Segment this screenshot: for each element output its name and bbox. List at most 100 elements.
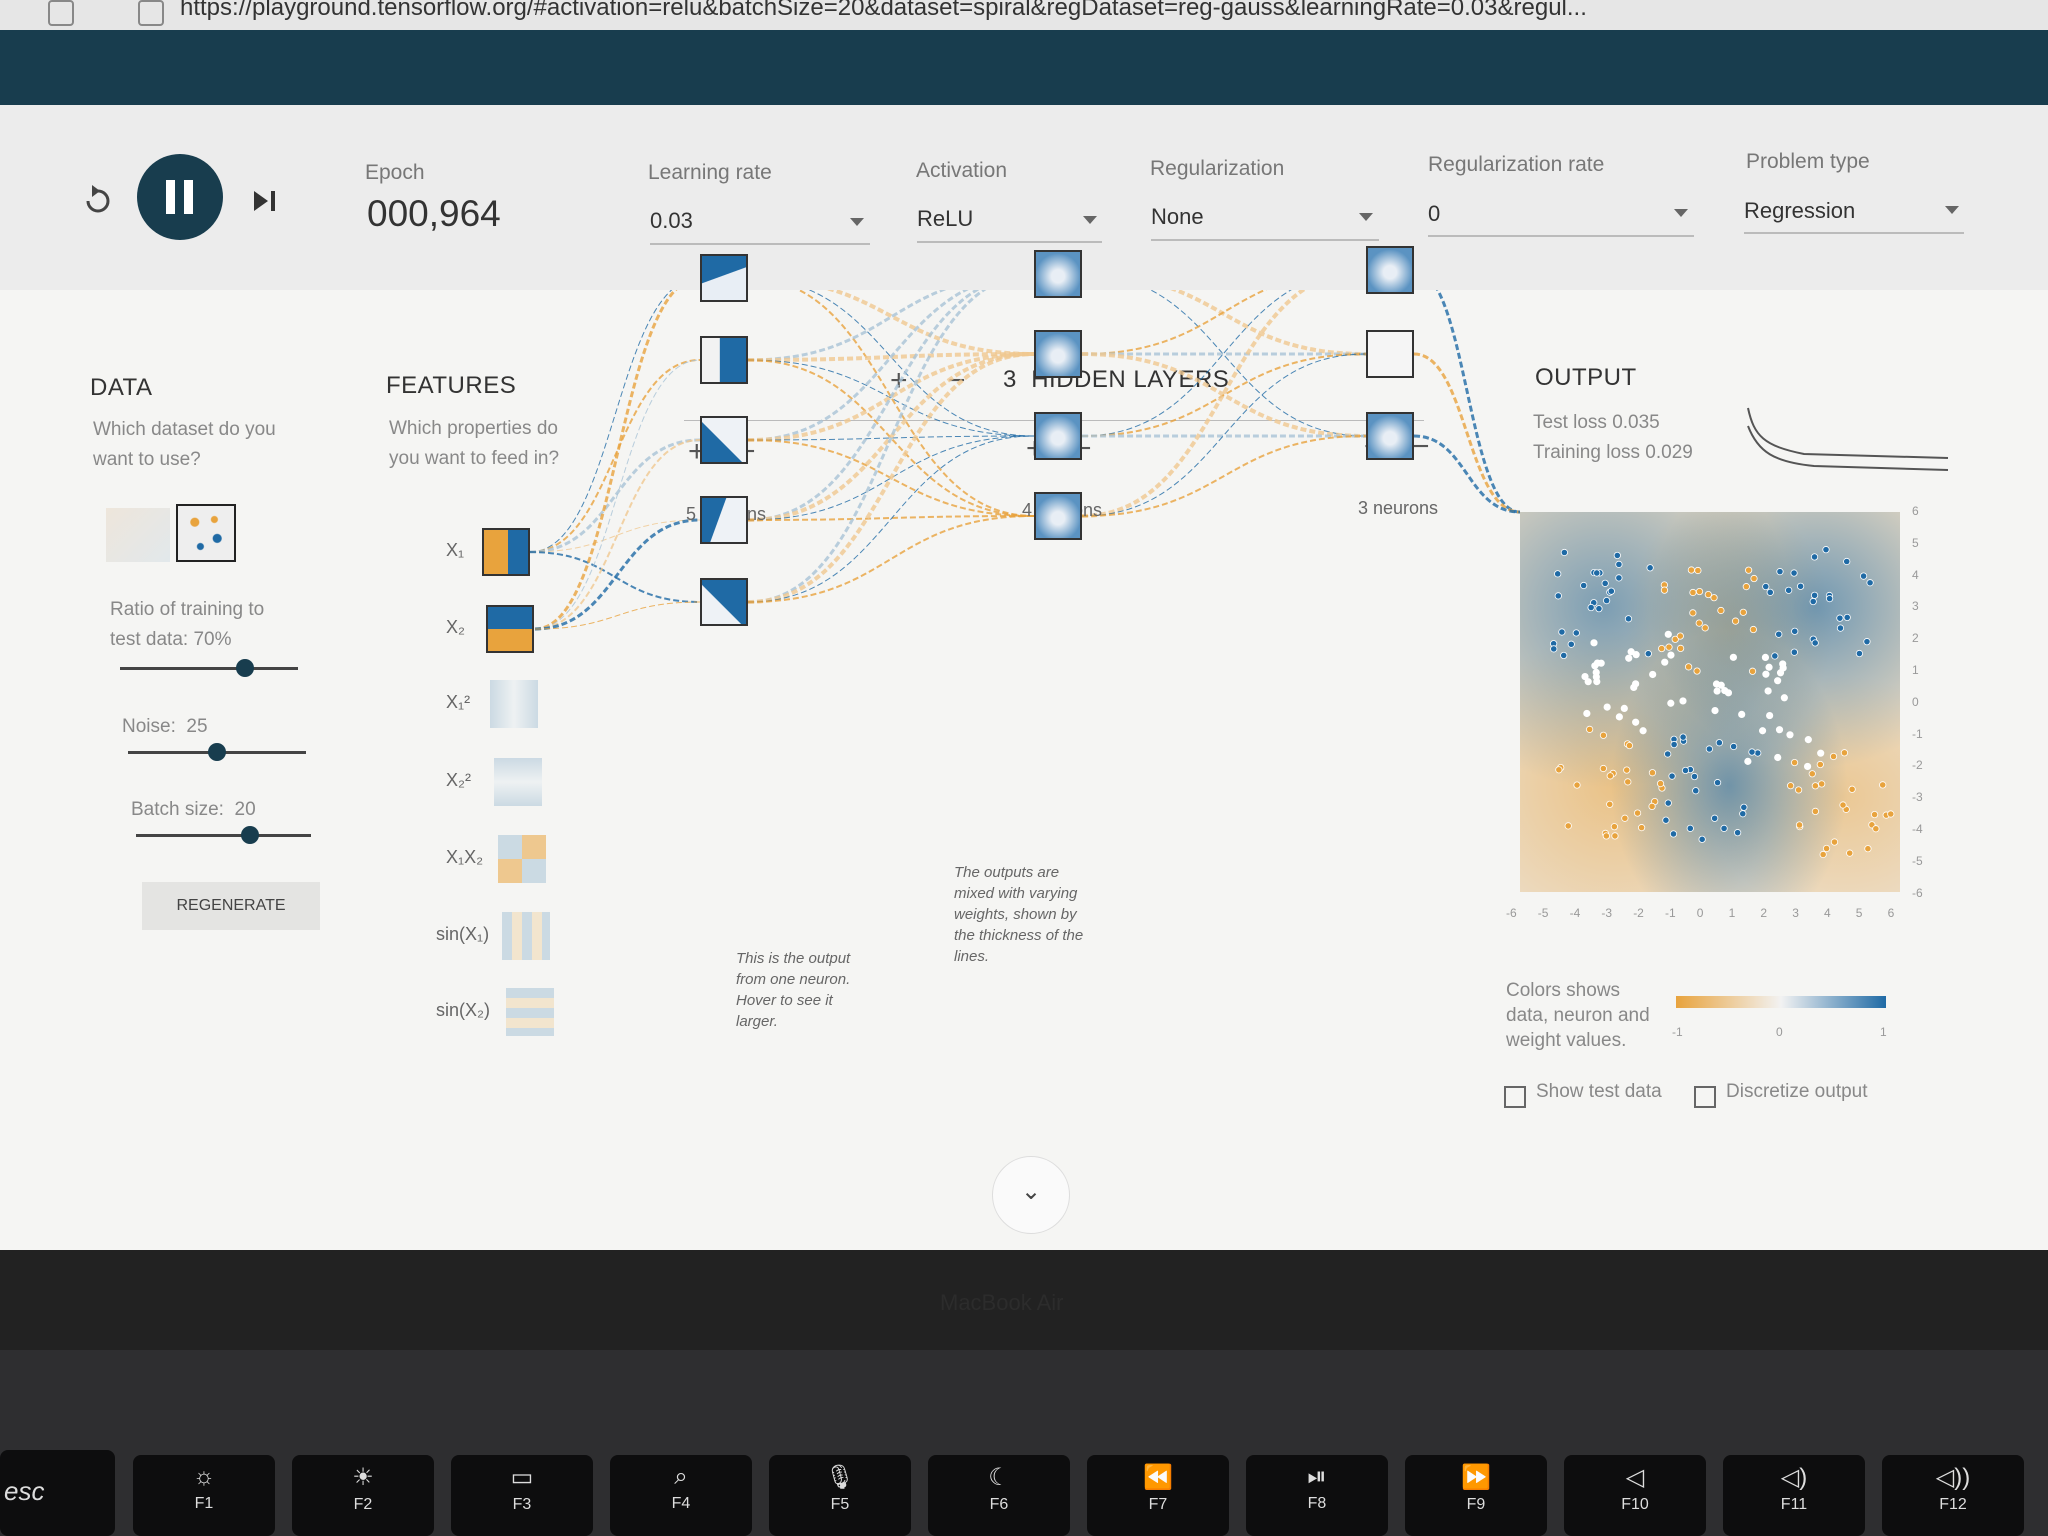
discretize-output-label[interactable]: Discretize output: [1726, 1077, 1868, 1107]
show-test-data-label[interactable]: Show test data: [1536, 1077, 1662, 1107]
data-point: [1742, 583, 1750, 591]
data-point: [1766, 711, 1774, 720]
f2-key[interactable]: ☀ F2: [292, 1455, 434, 1536]
data-point: [1625, 654, 1633, 662]
chevron-down-icon[interactable]: [1359, 213, 1373, 221]
f11-key[interactable]: ◁) F11: [1723, 1455, 1865, 1536]
neuron-l2-2[interactable]: [1034, 330, 1082, 378]
weight-link[interactable]: [534, 359, 701, 630]
home-icon[interactable]: [48, 0, 74, 26]
address-bar[interactable]: https://playground.tensorflow.org/#activ…: [180, 0, 1587, 22]
f10-key[interactable]: ◁ F10: [1564, 1455, 1706, 1536]
f5-key[interactable]: 🎙 F5: [769, 1455, 911, 1536]
regularization-select[interactable]: None: [1151, 204, 1204, 230]
chevron-down-icon[interactable]: [1945, 206, 1959, 214]
f4-key[interactable]: ⌕ F4: [610, 1455, 752, 1536]
esc-key[interactable]: esc: [0, 1450, 115, 1536]
neuron-l1-5[interactable]: [700, 578, 748, 626]
scroll-down-button[interactable]: ⌄: [992, 1156, 1070, 1234]
data-point: [1739, 810, 1747, 818]
chevron-down-icon[interactable]: [1674, 209, 1688, 217]
data-point: [1795, 821, 1804, 829]
step-icon[interactable]: [252, 189, 278, 213]
neuron-l1-4[interactable]: [700, 496, 748, 544]
weight-link[interactable]: [747, 359, 1035, 437]
weights-hint: The outputs are mixed with varying weigh…: [954, 864, 1084, 965]
neuron-l3-3[interactable]: [1366, 412, 1414, 460]
data-point: [1656, 779, 1665, 788]
layer3-remove-neuron-button[interactable]: −: [1412, 432, 1430, 462]
neuron-l3-1[interactable]: [1366, 246, 1414, 294]
y-tick: -1: [1912, 726, 1923, 741]
neuron-l1-2[interactable]: [700, 336, 748, 384]
app-header-band: [0, 30, 2048, 105]
f8-key[interactable]: ⏯ F8: [1246, 1455, 1388, 1536]
neuron-l2-3[interactable]: [1034, 412, 1082, 460]
chevron-down-icon[interactable]: [1083, 216, 1097, 224]
discretize-output-checkbox[interactable]: [1694, 1086, 1716, 1108]
weight-link[interactable]: [1414, 290, 1521, 514]
weight-link[interactable]: [1081, 435, 1367, 517]
f12-key[interactable]: ◁)) F12: [1882, 1455, 2024, 1536]
data-point: [1717, 681, 1725, 689]
data-point: [1843, 613, 1851, 622]
weight-link[interactable]: [748, 290, 1035, 356]
x-tick: 4: [1824, 906, 1831, 920]
data-point: [1713, 687, 1721, 695]
f3-key[interactable]: ▭ F3: [451, 1455, 593, 1536]
y-tick: -2: [1912, 758, 1923, 773]
page-info-icon[interactable]: [138, 0, 164, 26]
f9-key[interactable]: ⏩ F9: [1405, 1455, 1547, 1536]
reset-icon[interactable]: [82, 183, 114, 219]
weight-link[interactable]: [529, 290, 700, 553]
learning-rate-select[interactable]: 0.03: [650, 208, 693, 234]
output-heading: OUTPUT: [1535, 364, 1637, 391]
neuron-l1-1[interactable]: [700, 254, 748, 302]
weight-link[interactable]: [1082, 290, 1367, 356]
top-controls: Epoch 000,964 Learning rate 0.03 Activat…: [0, 105, 2048, 291]
data-point: [1630, 683, 1638, 692]
data-point: [1686, 824, 1694, 832]
weight-link[interactable]: [747, 435, 1035, 603]
weight-link[interactable]: [748, 290, 1035, 517]
weight-link[interactable]: [1081, 290, 1366, 355]
data-point: [1632, 718, 1640, 726]
function-key-label: F7: [1148, 1496, 1168, 1513]
y-tick: 2: [1912, 631, 1919, 646]
show-test-data-checkbox[interactable]: [1504, 1086, 1526, 1108]
data-point: [1811, 639, 1819, 647]
data-point: [1580, 581, 1588, 590]
f7-key[interactable]: ⏪ F7: [1087, 1455, 1229, 1536]
x-tick: -5: [1537, 906, 1549, 920]
weight-link[interactable]: [747, 352, 1035, 522]
neuron-l2-4[interactable]: [1034, 492, 1082, 540]
weight-link[interactable]: [747, 290, 1034, 442]
data-point: [1774, 753, 1782, 762]
data-point: [1724, 689, 1733, 697]
neuron-l1-3[interactable]: [700, 416, 748, 464]
f1-key[interactable]: ☼ F1: [133, 1455, 275, 1536]
weight-link[interactable]: [747, 290, 1034, 522]
weight-link[interactable]: [1413, 352, 1521, 514]
regularization-rate-select[interactable]: 0: [1428, 201, 1440, 227]
activation-select[interactable]: ReLU: [917, 206, 973, 232]
weight-link[interactable]: [1081, 290, 1366, 518]
pause-button[interactable]: [137, 154, 223, 240]
chevron-down-icon[interactable]: [850, 218, 864, 226]
neuron-l3-2[interactable]: [1366, 330, 1414, 378]
function-key-icon: ▭: [510, 1464, 534, 1491]
weight-link[interactable]: [529, 438, 701, 554]
f6-key[interactable]: ☾ F6: [928, 1455, 1070, 1536]
x-tick: 5: [1855, 906, 1863, 920]
function-key-label: F9: [1466, 1496, 1486, 1513]
data-point: [1887, 810, 1895, 818]
data-point: [1555, 766, 1563, 774]
activation-underline: [917, 241, 1102, 243]
weight-link[interactable]: [747, 290, 1034, 604]
data-point: [1615, 713, 1623, 721]
x-tick: -1: [1665, 906, 1676, 920]
weight-link[interactable]: [747, 352, 1035, 604]
weight-link[interactable]: [1081, 353, 1367, 437]
problem-type-select[interactable]: Regression: [1744, 198, 1855, 224]
neuron-l2-1[interactable]: [1034, 250, 1082, 298]
